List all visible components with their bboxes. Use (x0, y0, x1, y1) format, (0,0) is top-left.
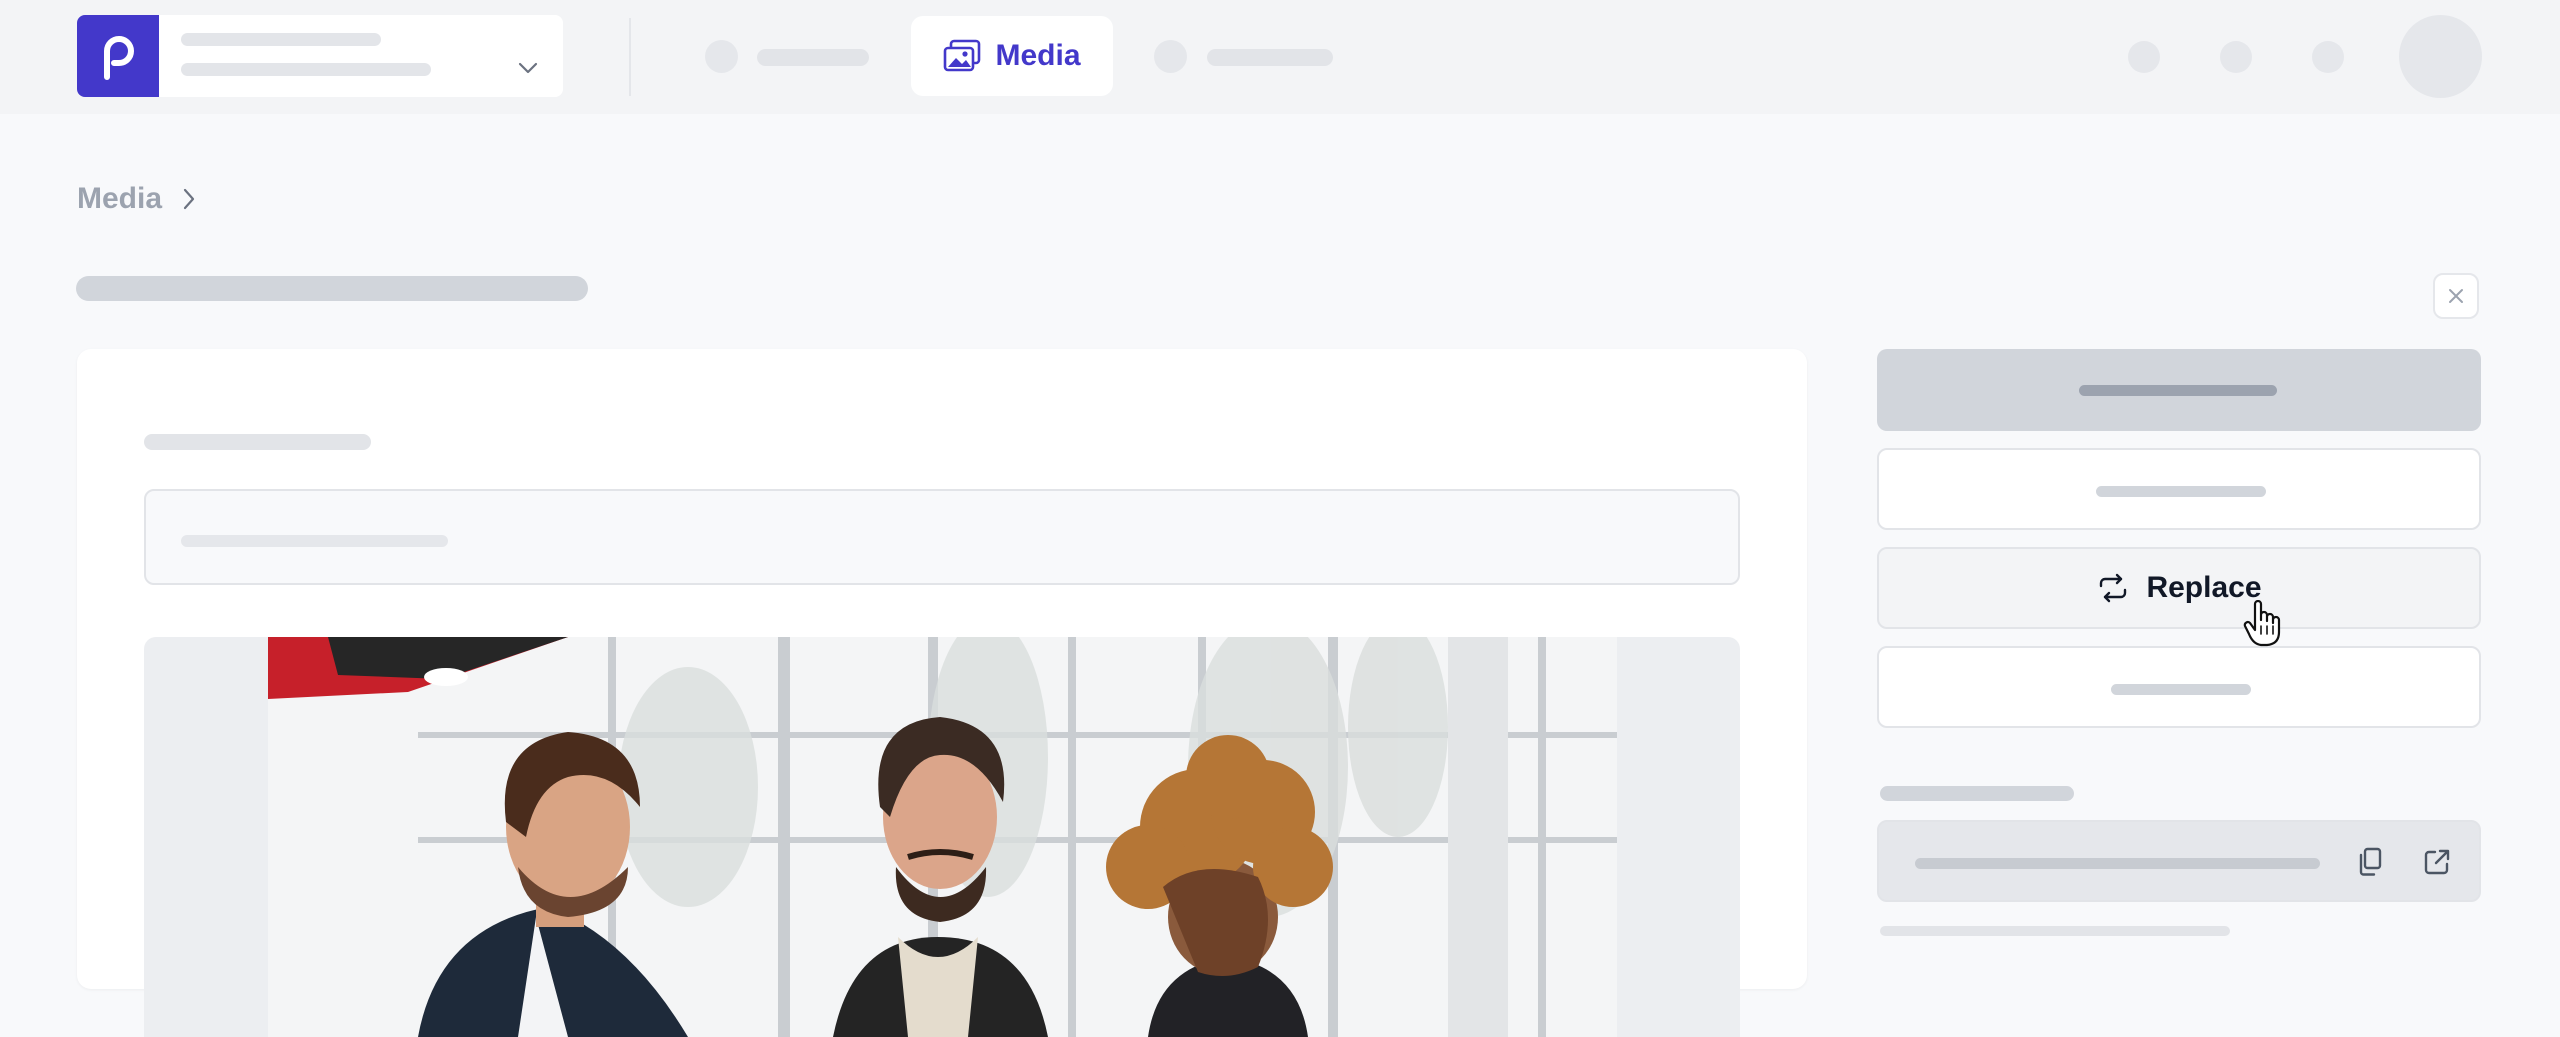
media-url-field[interactable] (1877, 820, 2481, 902)
user-avatar[interactable] (2399, 15, 2482, 98)
header-action-icon[interactable] (2220, 41, 2252, 73)
open-url-button[interactable] (2417, 842, 2457, 882)
button-label-placeholder (2111, 684, 2251, 695)
media-details-card (77, 349, 1807, 1037)
copy-icon (2359, 847, 2382, 876)
workspace-name-placeholder (181, 33, 381, 46)
external-link-icon (2424, 849, 2450, 875)
workspace-subtitle-placeholder (181, 63, 431, 76)
nav-item-media-label: Media (995, 39, 1081, 72)
media-name-input[interactable] (144, 489, 1740, 585)
close-button[interactable] (2433, 273, 2479, 319)
hand-cursor-icon (2243, 600, 2281, 647)
nav-divider (629, 18, 631, 96)
replace-button[interactable]: Replace (1877, 547, 2481, 629)
page-title-placeholder (76, 276, 588, 301)
secondary-action-button[interactable] (1877, 448, 2481, 530)
tertiary-action-button[interactable] (1877, 646, 2481, 728)
breadcrumb-item-media[interactable]: Media (77, 182, 162, 216)
media-preview[interactable] (144, 637, 1740, 1037)
primary-action-button[interactable] (1877, 349, 2481, 431)
button-label-placeholder (2079, 385, 2277, 396)
field-label-placeholder (144, 434, 371, 450)
breadcrumb: Media (77, 182, 196, 216)
close-icon (2449, 289, 2463, 303)
nav-item-icon-placeholder[interactable] (1154, 40, 1187, 73)
nav-item-label-placeholder[interactable] (1207, 49, 1333, 66)
nav-item-label-placeholder[interactable] (757, 49, 869, 66)
replace-icon (2100, 573, 2127, 603)
workspace-switcher[interactable] (159, 15, 563, 97)
field-label-placeholder (1880, 786, 2074, 801)
url-value-placeholder (1915, 858, 2320, 869)
input-value-placeholder (181, 535, 448, 547)
copy-url-button[interactable] (2350, 842, 2390, 882)
media-preview-image (268, 637, 1617, 1037)
nav-item-icon-placeholder[interactable] (705, 40, 738, 73)
logo-icon (104, 36, 134, 80)
helper-text-placeholder (1880, 926, 2230, 936)
top-navigation-bar: Media (0, 0, 2560, 114)
header-action-icon[interactable] (2312, 41, 2344, 73)
chevron-right-icon (183, 188, 195, 210)
nav-item-media[interactable]: Media (911, 16, 1113, 96)
header-action-icon[interactable] (2128, 41, 2160, 73)
button-label-placeholder (2096, 486, 2266, 497)
chevron-down-icon (518, 62, 538, 74)
app-logo[interactable] (77, 15, 159, 97)
media-icon (944, 39, 981, 72)
